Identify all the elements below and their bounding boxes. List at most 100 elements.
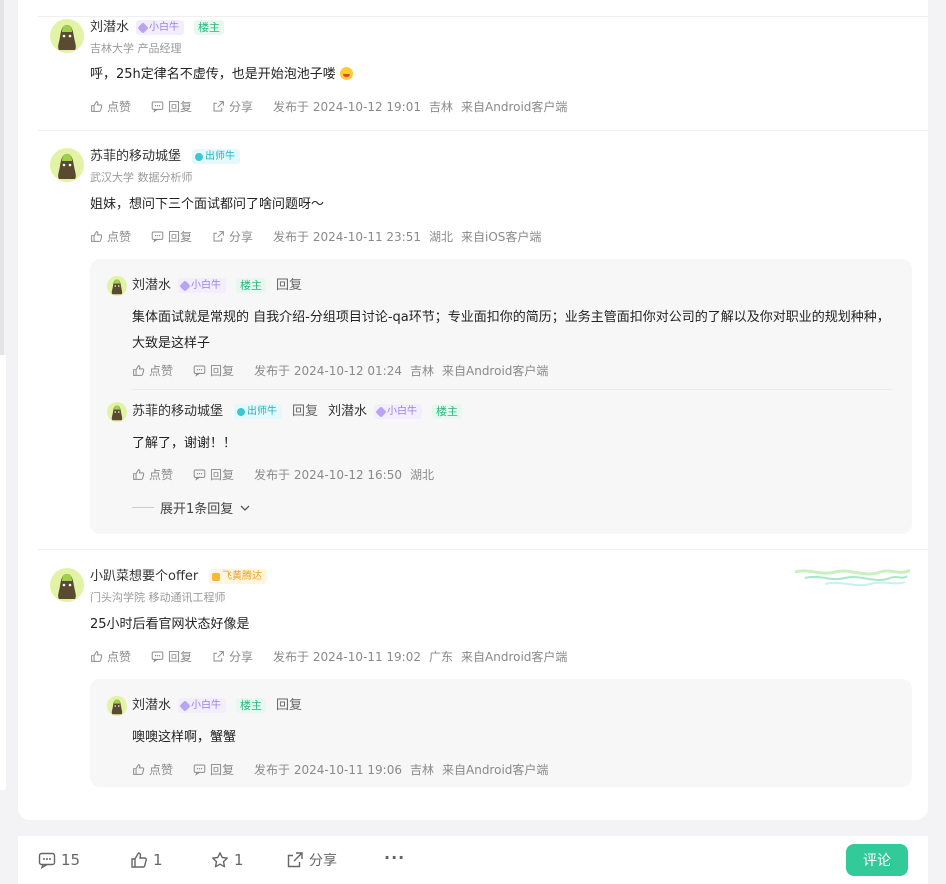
- reply-label: 回复: [276, 278, 303, 293]
- share-button[interactable]: 分享: [212, 648, 253, 665]
- reply-button[interactable]: 回复: [151, 228, 192, 245]
- location: 吉林: [429, 99, 454, 114]
- share-button[interactable]: 分享: [212, 98, 253, 115]
- reply-thread: [90, 259, 912, 534]
- gem-icon: [195, 152, 203, 161]
- share-icon: [213, 230, 224, 241]
- avatar[interactable]: [107, 696, 127, 716]
- like-count-button[interactable]: 1: [130, 851, 163, 869]
- reply-button[interactable]: 回复: [151, 98, 192, 115]
- publish-time: 发布于 2024-10-12 19:01: [273, 99, 421, 114]
- location: 湖北: [429, 229, 454, 244]
- publish-time: 发布于 2024-10-11 19:02: [273, 649, 421, 664]
- reply-button[interactable]: 回复: [193, 466, 234, 483]
- comment-icon: [151, 101, 164, 113]
- gem-icon: [375, 405, 387, 418]
- like-button[interactable]: 点赞: [132, 466, 173, 483]
- share-button[interactable]: 分享: [286, 850, 337, 870]
- location: 湖北: [409, 467, 434, 482]
- divider: [38, 549, 928, 550]
- like-button[interactable]: 点赞: [90, 648, 131, 665]
- share-icon: [213, 100, 224, 111]
- username[interactable]: 苏菲的移动城堡: [90, 148, 181, 166]
- user-subtitle: 武汉大学 数据分析师: [90, 171, 193, 184]
- user-subtitle: 吉林大学 产品经理: [90, 42, 182, 55]
- username[interactable]: 刘潜水: [90, 19, 129, 37]
- comment-content: 姐妹，想问下三个面试都问了啥问题呀～: [90, 197, 325, 212]
- share-icon: [287, 852, 303, 868]
- username[interactable]: 小趴菜想要个offer: [90, 568, 198, 586]
- client-source: 来自Android客户端: [442, 363, 549, 378]
- bottom-action-bar: 15 1 1 分享 ··· 评论: [18, 836, 928, 884]
- comment-icon: [193, 365, 206, 377]
- comment-actions: 点赞 回复 分享 发布于 2024-10-12 19:01 吉林 来自Andro…: [90, 97, 575, 115]
- gem-icon: [137, 21, 149, 34]
- share-button[interactable]: 分享: [212, 228, 253, 245]
- like-button[interactable]: 点赞: [132, 761, 173, 778]
- comment-icon: [38, 852, 56, 869]
- client-source: 来自Android客户端: [461, 99, 568, 114]
- host-badge: 楼主: [236, 698, 266, 713]
- level-badge: 小白牛: [178, 278, 226, 293]
- location: 吉林: [409, 762, 434, 777]
- divider: [38, 130, 928, 131]
- thumbs-up-icon: [133, 468, 145, 480]
- host-badge: 楼主: [194, 20, 224, 35]
- like-button[interactable]: 点赞: [132, 362, 173, 379]
- level-badge: 小白牛: [136, 20, 184, 35]
- reply-actions: 点赞 回复 发布于 2024-10-12 16:50 湖北: [132, 465, 442, 483]
- avatar[interactable]: [50, 19, 84, 53]
- reply-button[interactable]: 回复: [193, 761, 234, 778]
- gem-icon: [179, 279, 191, 292]
- like-button[interactable]: 点赞: [90, 98, 131, 115]
- reply-content: 集体面试就是常规的 自我介绍-分组项目讨论-qa环节；专业面扣你的简历；业务主管…: [132, 310, 890, 351]
- avatar[interactable]: [107, 402, 127, 422]
- chevron-down-icon: [240, 505, 250, 511]
- reply-label: 回复: [292, 404, 319, 419]
- left-panel-edge: [0, 355, 6, 790]
- username[interactable]: 刘潜水: [132, 697, 171, 715]
- client-source: 来自iOS客户端: [461, 229, 542, 244]
- username[interactable]: 刘潜水: [132, 277, 171, 295]
- client-source: 来自Android客户端: [442, 762, 549, 777]
- user-subtitle: 门头沟学院 移动通讯工程师: [90, 591, 226, 604]
- thumbs-up-icon: [133, 364, 145, 376]
- dash-line: [132, 507, 154, 508]
- more-options-button[interactable]: ···: [384, 848, 405, 867]
- expand-replies-button[interactable]: 展开1条回复: [132, 498, 251, 517]
- comment-icon: [193, 764, 206, 776]
- comment-button[interactable]: 评论: [846, 844, 908, 876]
- reply-actions: 点赞 回复 发布于 2024-10-12 01:24 吉林 来自Android客…: [132, 361, 556, 379]
- reply-button[interactable]: 回复: [151, 648, 192, 665]
- level-badge: 飞黄腾达: [209, 569, 267, 584]
- like-button[interactable]: 点赞: [90, 228, 131, 245]
- thumbs-up-icon: [131, 852, 147, 868]
- comment-count-button[interactable]: 15: [38, 851, 80, 869]
- avatar[interactable]: [50, 148, 84, 182]
- reply-label: 回复: [276, 698, 303, 713]
- thumbs-up-icon: [133, 763, 145, 775]
- host-badge: 楼主: [432, 404, 462, 419]
- favorite-button[interactable]: 1: [211, 851, 244, 869]
- publish-time: 发布于 2024-10-11 19:06: [254, 762, 402, 777]
- divider: [38, 16, 928, 17]
- avatar[interactable]: [107, 276, 127, 296]
- comment-icon: [151, 231, 164, 243]
- client-source: 来自Android客户端: [461, 649, 568, 664]
- reply-content: 了解了，谢谢！！: [132, 436, 237, 451]
- grin-emoji-icon: [339, 67, 353, 80]
- avatar[interactable]: [50, 568, 84, 602]
- username[interactable]: 苏菲的移动城堡: [132, 403, 223, 421]
- reply-actions: 点赞 回复 发布于 2024-10-11 19:06 吉林 来自Android客…: [132, 760, 556, 778]
- share-icon: [213, 650, 224, 661]
- reply-content: 噢噢这样啊，蟹蟹: [132, 730, 237, 745]
- left-scroll-shadow: [0, 0, 4, 355]
- comment-content: 呼，25h定律名不虚传，也是开始泡池子喽: [90, 62, 353, 88]
- comment-actions: 点赞 回复 分享 发布于 2024-10-11 19:02 广东 来自Andro…: [90, 647, 575, 665]
- reply-button[interactable]: 回复: [193, 362, 234, 379]
- comment-icon: [151, 651, 164, 663]
- host-badge: 楼主: [236, 278, 266, 293]
- comment-content: 25小时后看官网状态好像是: [90, 617, 250, 632]
- reply-target-username[interactable]: 刘潜水: [328, 403, 367, 421]
- comment-icon: [193, 469, 206, 481]
